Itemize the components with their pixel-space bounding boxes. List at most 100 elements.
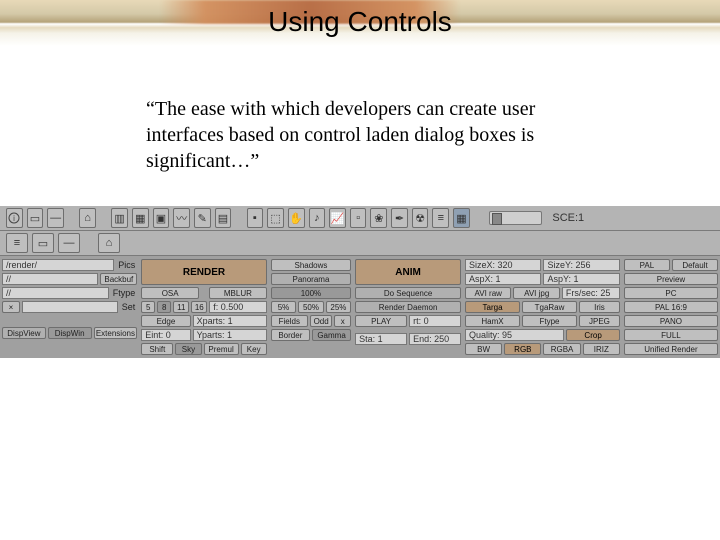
pal-button[interactable]: PAL	[624, 259, 670, 271]
wave-icon[interactable]: 〰	[173, 208, 190, 228]
targa-button[interactable]: Targa	[465, 301, 520, 313]
osa-8-button[interactable]: 8	[157, 301, 171, 313]
osa-5-button[interactable]: 5	[141, 301, 155, 313]
key-button[interactable]: Key	[241, 343, 267, 355]
rt-field[interactable]: rt: 0	[409, 315, 461, 327]
set-field[interactable]	[22, 301, 118, 313]
dispview-button[interactable]: DispView	[2, 327, 46, 339]
format-column: SizeX: 320 SizeY: 256 AspX: 1 AspY: 1 AV…	[463, 256, 622, 358]
hand-icon[interactable]: ✋	[288, 208, 305, 228]
full-button[interactable]: FULL	[624, 329, 718, 341]
sizey-field[interactable]: SizeY: 256	[543, 259, 619, 271]
anim-button[interactable]: ANIM	[355, 259, 461, 285]
yparts-field[interactable]: Yparts: 1	[193, 329, 267, 341]
backbuf-path-field[interactable]: //	[2, 273, 98, 285]
shift-button[interactable]: Shift	[141, 343, 173, 355]
jpeg-button[interactable]: JPEG	[579, 315, 620, 327]
ftype-path-field[interactable]: //	[2, 287, 109, 299]
osa-11-button[interactable]: 11	[173, 301, 189, 313]
mblur-factor-field[interactable]: f: 0.500	[209, 301, 266, 313]
backbuf-button[interactable]: Backbuf	[100, 273, 137, 285]
end-field[interactable]: End: 250	[409, 333, 461, 345]
extensions-button[interactable]: Extensions	[94, 327, 138, 339]
tool6-icon[interactable]: ▫	[350, 208, 367, 228]
home-icon[interactable]: ⌂	[79, 208, 96, 228]
clear-button[interactable]: ×	[2, 301, 20, 313]
graph-icon[interactable]: 📈	[329, 208, 346, 228]
tool3-icon[interactable]: ▤	[215, 208, 232, 228]
scene-icon[interactable]: ▦	[453, 208, 470, 228]
set-label: Set	[120, 301, 138, 313]
quality-field[interactable]: Quality: 95	[465, 329, 564, 341]
play-button[interactable]: PLAY	[355, 315, 407, 327]
osa-16-button[interactable]: 16	[191, 301, 207, 313]
avi-raw-button[interactable]: AVI raw	[465, 287, 511, 299]
do-sequence-button[interactable]: Do Sequence	[355, 287, 461, 299]
radiation-icon[interactable]: ☢	[412, 208, 429, 228]
window-icon[interactable]: ▭	[27, 208, 44, 228]
tga-raw-button[interactable]: TgaRaw	[522, 301, 577, 313]
xparts-field[interactable]: Xparts: 1	[193, 315, 267, 327]
border-button[interactable]: Border	[271, 329, 310, 341]
info-icon[interactable]: i	[6, 208, 23, 228]
odd-button[interactable]: Odd	[310, 315, 333, 327]
avi-jpg-button[interactable]: AVI jpg	[513, 287, 559, 299]
size-100-button[interactable]: 100%	[271, 287, 351, 299]
ftype2-button[interactable]: Ftype	[522, 315, 577, 327]
leaf-icon[interactable]: ❀	[370, 208, 387, 228]
iriz-button[interactable]: IRIZ	[583, 343, 620, 355]
render-daemon-button[interactable]: Render Daemon	[355, 301, 461, 313]
rgba-button[interactable]: RGBA	[543, 343, 580, 355]
render-button[interactable]: RENDER	[141, 259, 266, 285]
script-icon[interactable]: ≡	[432, 208, 449, 228]
sizex-field[interactable]: SizeX: 320	[465, 259, 541, 271]
tool2-icon[interactable]: ▦	[132, 208, 149, 228]
pano-button[interactable]: PANO	[624, 315, 718, 327]
preview-button[interactable]: Preview	[624, 273, 718, 285]
hamx-button[interactable]: HamX	[465, 315, 520, 327]
image-icon[interactable]: ▣	[153, 208, 170, 228]
bw-button[interactable]: BW	[465, 343, 502, 355]
shadows-button[interactable]: Shadows	[271, 259, 351, 271]
dash2-icon[interactable]: —	[58, 233, 80, 253]
tool1-icon[interactable]: ▥	[111, 208, 128, 228]
size-25-button[interactable]: 25%	[326, 301, 351, 313]
render-path-field[interactable]: /render/	[2, 259, 114, 271]
sky-button[interactable]: Sky	[175, 343, 201, 355]
rgb-button[interactable]: RGB	[504, 343, 541, 355]
premul-button[interactable]: Premul	[204, 343, 239, 355]
rect-icon[interactable]: ▭	[32, 233, 54, 253]
aspy-field[interactable]: AspY: 1	[543, 273, 619, 285]
menu-icon[interactable]: ≡	[6, 233, 28, 253]
frame-slider[interactable]	[489, 211, 542, 225]
crop-button[interactable]: Crop	[566, 329, 620, 341]
eint-field[interactable]: Eint: 0	[141, 329, 190, 341]
pal169-button[interactable]: PAL 16:9	[624, 301, 718, 313]
dispwin-button[interactable]: DispWin	[48, 327, 92, 339]
home2-icon[interactable]: ⌂	[98, 233, 120, 253]
slide-title: Using Controls	[0, 6, 720, 38]
pencil-icon[interactable]: ✎	[194, 208, 211, 228]
panorama-button[interactable]: Panorama	[271, 273, 351, 285]
size-5-button[interactable]: 5%	[271, 301, 296, 313]
x-button[interactable]: x	[334, 315, 351, 327]
aspx-field[interactable]: AspX: 1	[465, 273, 541, 285]
edge-button[interactable]: Edge	[141, 315, 190, 327]
gamma-button[interactable]: Gamma	[312, 329, 351, 341]
fields-button[interactable]: Fields	[271, 315, 308, 327]
iris-button[interactable]: Iris	[579, 301, 620, 313]
sta-field[interactable]: Sta: 1	[355, 333, 407, 345]
mblur-button[interactable]: MBLUR	[209, 287, 267, 299]
default-button[interactable]: Default	[672, 259, 718, 271]
frs-sec-field[interactable]: Frs/sec: 25	[562, 287, 620, 299]
tool4-icon[interactable]: ▪	[247, 208, 264, 228]
dash-icon[interactable]: —	[47, 208, 64, 228]
osa-button[interactable]: OSA	[141, 287, 199, 299]
pc-button[interactable]: PC	[624, 287, 718, 299]
size-50-button[interactable]: 50%	[298, 301, 323, 313]
music-icon[interactable]: ♪	[309, 208, 326, 228]
paint-icon[interactable]: ✒	[391, 208, 408, 228]
unified-render-button[interactable]: Unified Render	[624, 343, 718, 355]
tool5-icon[interactable]: ⬚	[267, 208, 284, 228]
preset-column: PAL Default Preview PC PAL 16:9 PANO FUL…	[622, 256, 720, 358]
